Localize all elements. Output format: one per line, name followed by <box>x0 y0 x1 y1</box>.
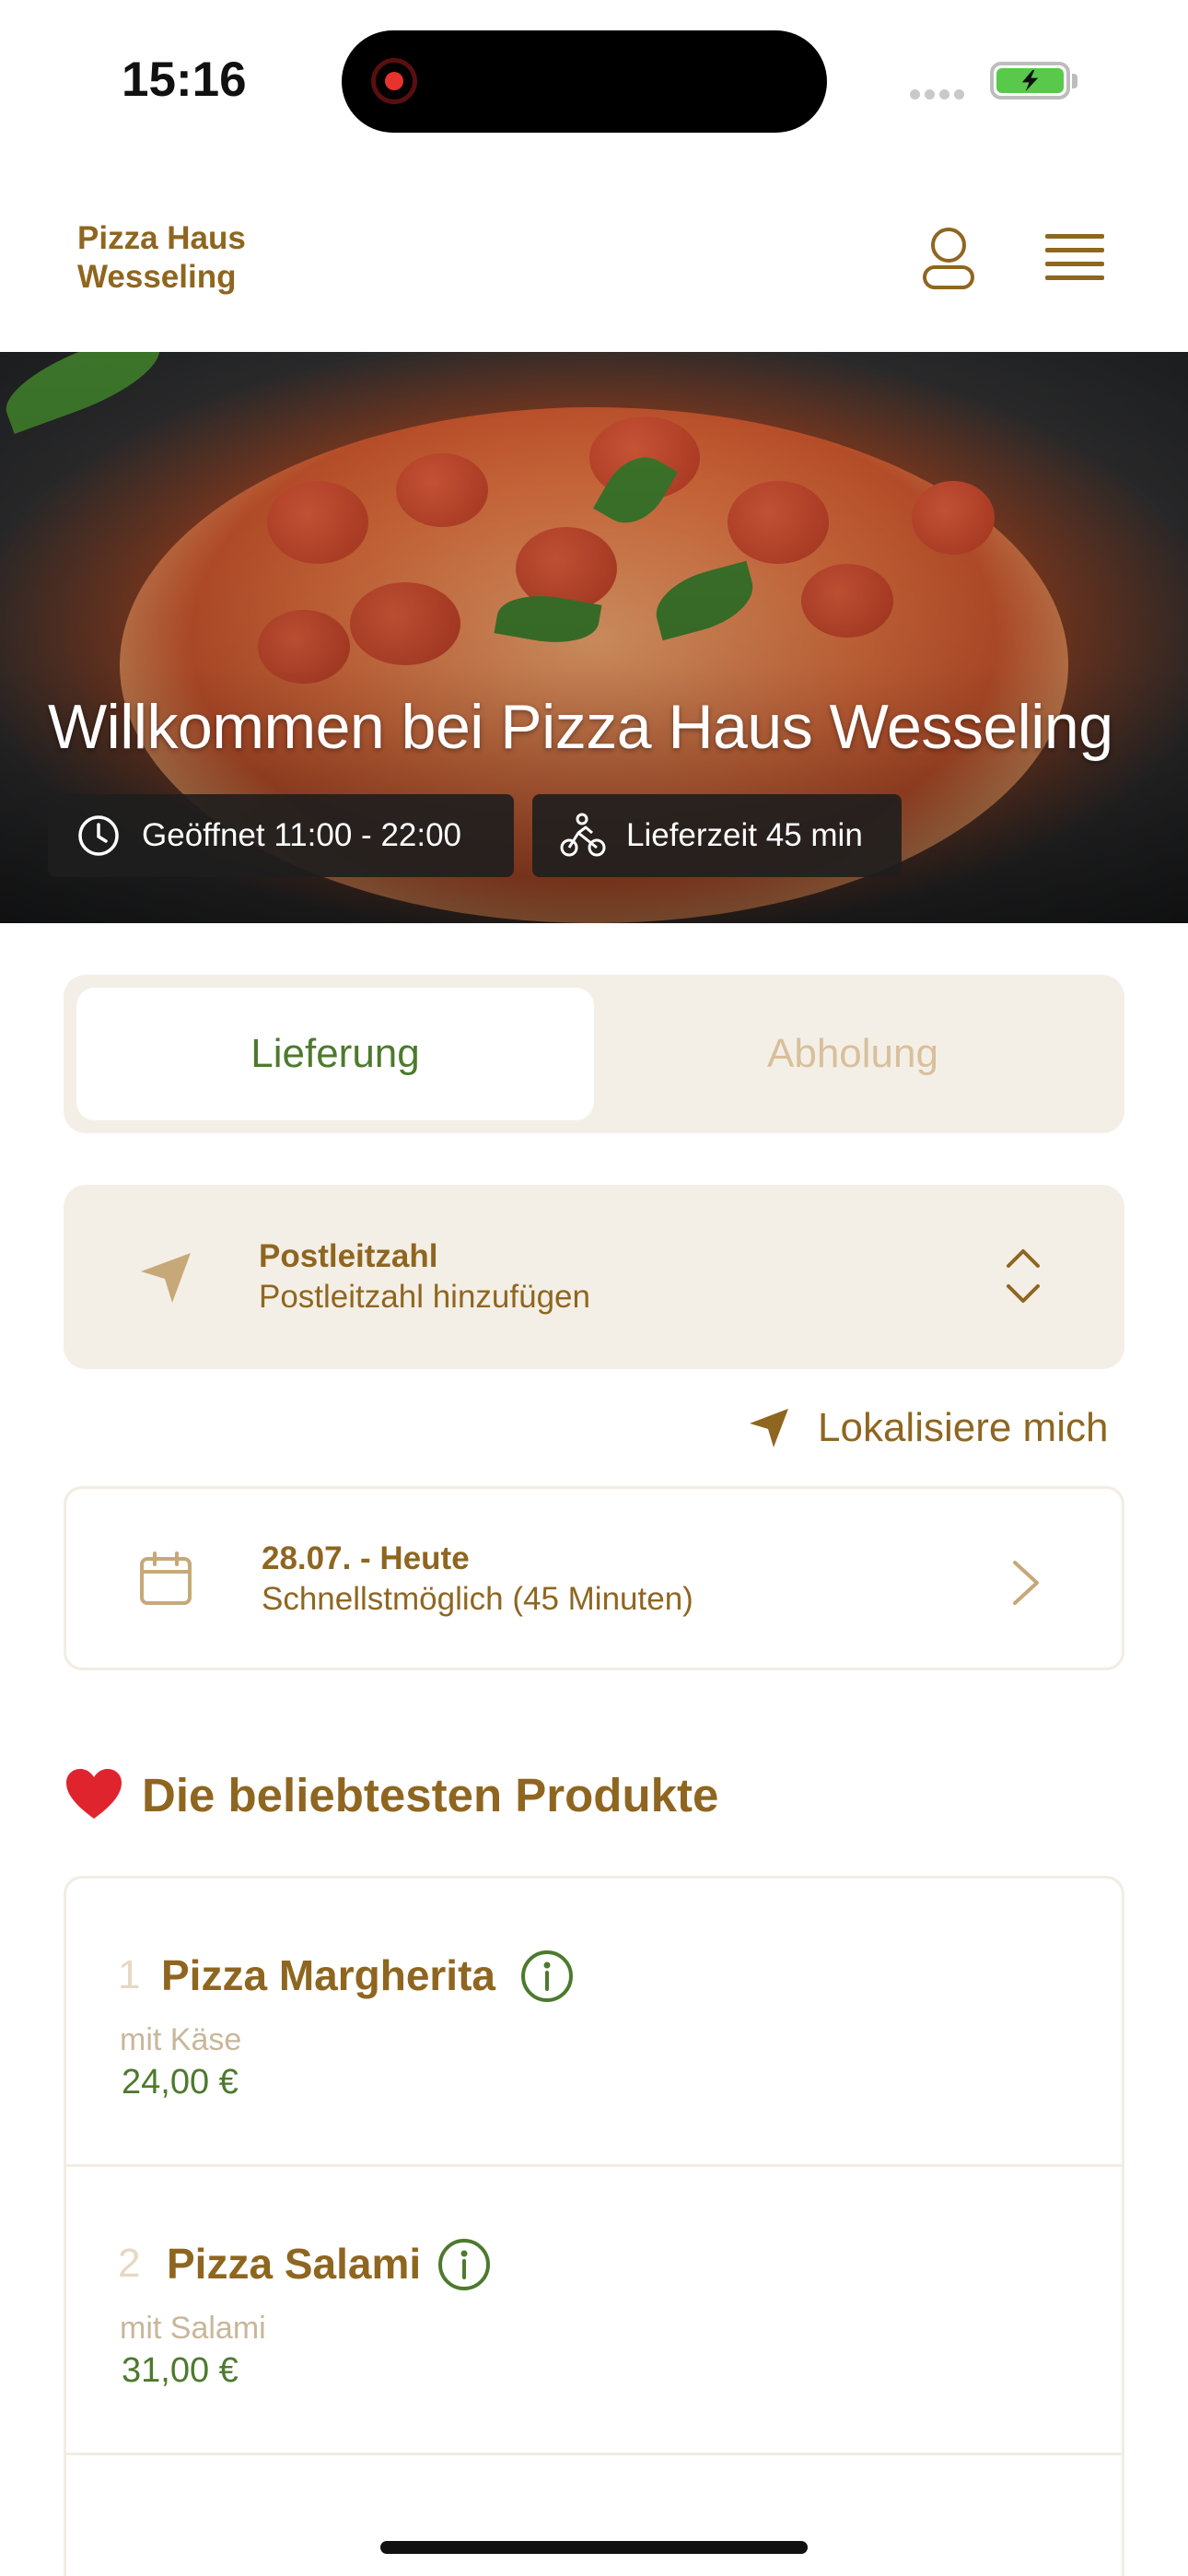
product-item[interactable]: 2 Pizza Salami mit Salami 31,00 € <box>66 2167 1122 2455</box>
tab-pickup[interactable]: Abholung <box>594 988 1112 1120</box>
postcode-label: Postleitzahl <box>259 1238 438 1274</box>
order-mode-tabs: Lieferung Abholung <box>64 975 1124 1133</box>
product-list: 1 Pizza Margherita mit Käse 24,00 € 2 Pi… <box>64 1876 1124 2576</box>
battery-icon <box>990 62 1070 100</box>
opening-hours-badge: Geöffnet 11:00 - 22:00 <box>48 794 514 877</box>
product-description: mit Salami <box>120 2311 266 2346</box>
user-icon[interactable] <box>921 225 976 291</box>
opening-hours-text: Geöffnet 11:00 - 22:00 <box>142 817 462 853</box>
hero-banner: Willkommen bei Pizza Haus Wesseling Geöf… <box>0 352 1188 923</box>
product-name: Pizza Margherita <box>161 1951 495 1999</box>
popular-products-title: Die beliebtesten Produkte <box>64 1767 718 1822</box>
product-rank: 2 <box>118 2241 141 2286</box>
product-rank: 1 <box>118 1952 141 1997</box>
date-selector[interactable]: 28.07. - Heute Schnellstmöglich (45 Minu… <box>64 1486 1124 1670</box>
product-description: mit Käse <box>120 2022 242 2057</box>
calendar-icon <box>140 1551 192 1605</box>
product-price: 24,00 € <box>122 2063 239 2102</box>
info-icon[interactable] <box>519 1949 575 2004</box>
bike-courier-icon <box>560 813 606 857</box>
clock-icon <box>78 815 119 856</box>
chevron-up-down-icon <box>1007 1249 1040 1303</box>
signal-icon <box>910 88 971 100</box>
home-indicator[interactable] <box>380 2541 808 2554</box>
info-icon[interactable] <box>437 2237 492 2292</box>
postcode-value: Postleitzahl hinzufügen <box>259 1279 590 1315</box>
popular-products-title-text: Die beliebtesten Produkte <box>142 1768 719 1821</box>
chevron-right-icon <box>1013 1561 1039 1605</box>
recording-indicator-icon <box>371 58 417 104</box>
tab-delivery[interactable]: Lieferung <box>76 988 594 1120</box>
dynamic-island <box>342 30 827 133</box>
status-time: 15:16 <box>122 53 247 107</box>
locate-me-label: Lokalisiere mich <box>818 1405 1109 1450</box>
locate-me-button[interactable]: Lokalisiere mich <box>746 1402 1108 1454</box>
product-name: Pizza Salami <box>167 2240 422 2288</box>
delivery-time-text: Lieferzeit 45 min <box>626 817 863 853</box>
menu-icon[interactable] <box>1045 232 1104 284</box>
product-item[interactable]: 1 Pizza Margherita mit Käse 24,00 € <box>66 1879 1122 2167</box>
delivery-time-badge: Lieferzeit 45 min <box>532 794 902 877</box>
postcode-selector[interactable]: Postleitzahl Postleitzahl hinzufügen <box>64 1185 1124 1369</box>
heart-icon <box>66 1769 122 1819</box>
location-arrow-icon <box>750 1409 788 1447</box>
product-price: 31,00 € <box>122 2351 239 2390</box>
location-arrow-icon <box>141 1253 191 1303</box>
date-value: Schnellstmöglich (45 Minuten) <box>262 1581 693 1617</box>
hero-title: Willkommen bei Pizza Haus Wesseling <box>48 692 1113 762</box>
date-label: 28.07. - Heute <box>262 1540 470 1576</box>
brand-name[interactable]: Pizza Haus Wesseling <box>77 219 317 297</box>
battery-nub <box>1072 74 1077 88</box>
